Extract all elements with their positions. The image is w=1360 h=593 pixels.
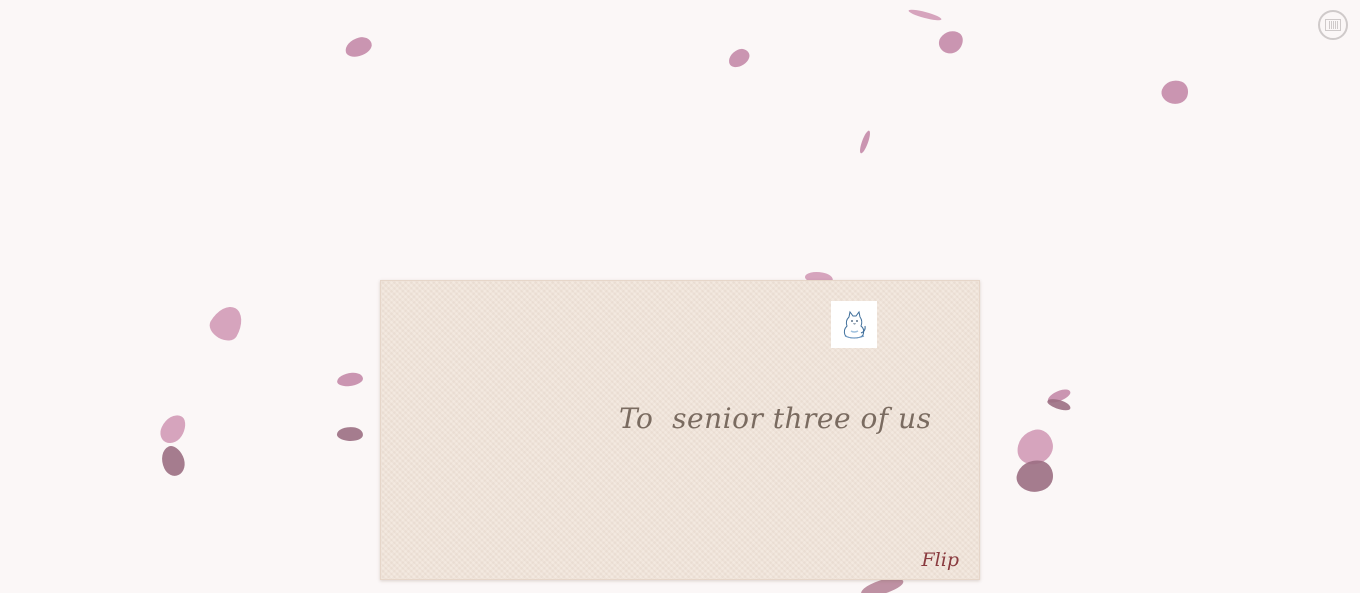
petal	[156, 410, 190, 448]
petal	[343, 34, 374, 60]
petal	[336, 425, 364, 443]
petal	[205, 300, 249, 346]
music-toggle-button[interactable]	[1318, 10, 1348, 40]
petal	[1014, 457, 1056, 495]
envelope-card[interactable]: To senior three of us Flip	[380, 280, 980, 580]
petal	[907, 7, 943, 23]
kitten-stamp-icon	[831, 301, 877, 348]
music-icon	[1325, 19, 1341, 31]
petal	[156, 442, 190, 480]
petal	[935, 25, 967, 59]
petal	[336, 371, 364, 388]
petal	[858, 129, 872, 155]
kitten-icon	[843, 310, 866, 339]
page-stage: To senior three of us Flip	[0, 0, 1360, 593]
petal	[1158, 76, 1192, 108]
petal	[725, 46, 753, 70]
flip-button[interactable]: Flip	[922, 549, 960, 571]
recipient-text: To senior three of us	[619, 402, 932, 435]
